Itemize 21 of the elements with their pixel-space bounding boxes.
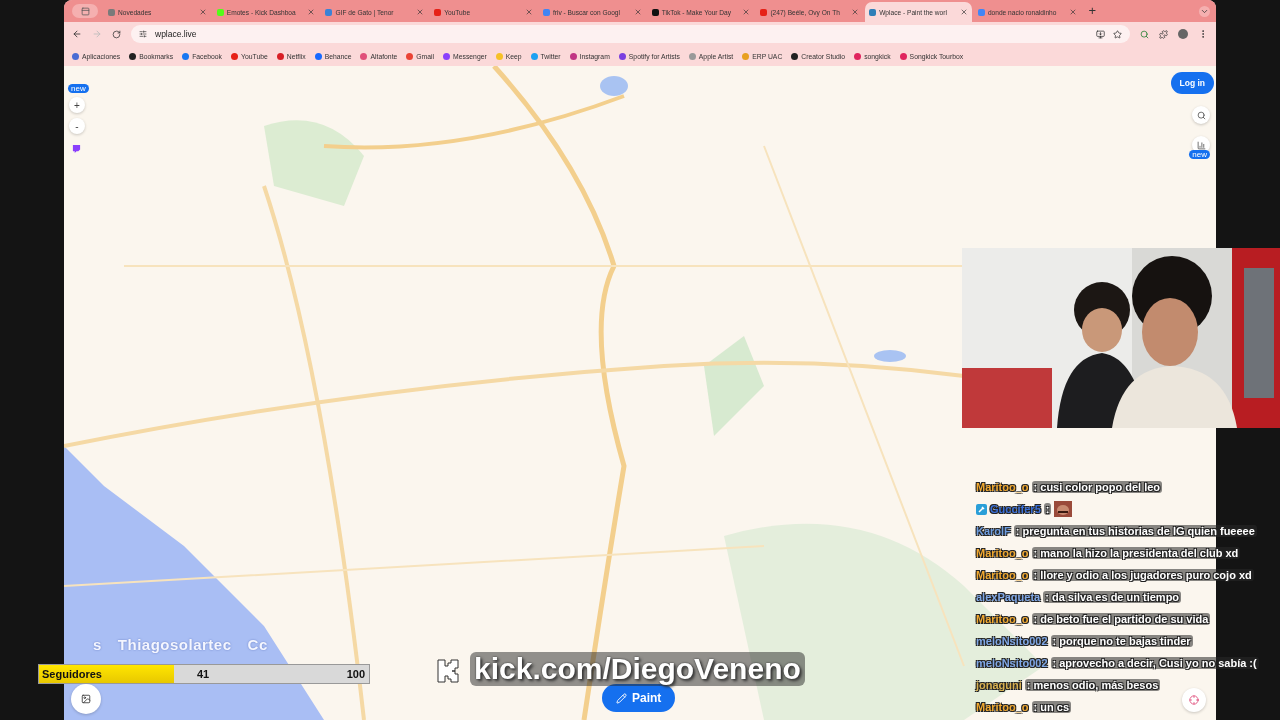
reload-icon[interactable] (112, 29, 121, 39)
address-bar[interactable]: wplace.live (131, 25, 1130, 43)
site-settings-icon[interactable] (139, 30, 147, 38)
close-icon[interactable] (307, 8, 316, 16)
tab-groups-icon[interactable] (72, 4, 98, 18)
search-extension-icon[interactable] (1140, 29, 1149, 39)
close-icon[interactable] (742, 8, 751, 16)
close-icon[interactable] (851, 8, 860, 16)
avatar-icon[interactable] (1178, 29, 1188, 39)
chevron-down-icon[interactable] (1198, 6, 1210, 17)
extensions-icon[interactable] (1159, 29, 1168, 39)
close-icon[interactable] (1068, 8, 1077, 16)
close-icon[interactable] (416, 8, 425, 16)
close-icon[interactable] (633, 8, 642, 16)
close-icon[interactable] (198, 8, 207, 16)
star-icon[interactable] (1113, 29, 1122, 39)
install-icon[interactable] (1096, 29, 1105, 39)
back-icon[interactable] (72, 29, 82, 39)
new-tab-button[interactable]: + (1088, 3, 1097, 18)
close-icon[interactable] (524, 8, 533, 16)
close-icon[interactable] (959, 8, 968, 16)
